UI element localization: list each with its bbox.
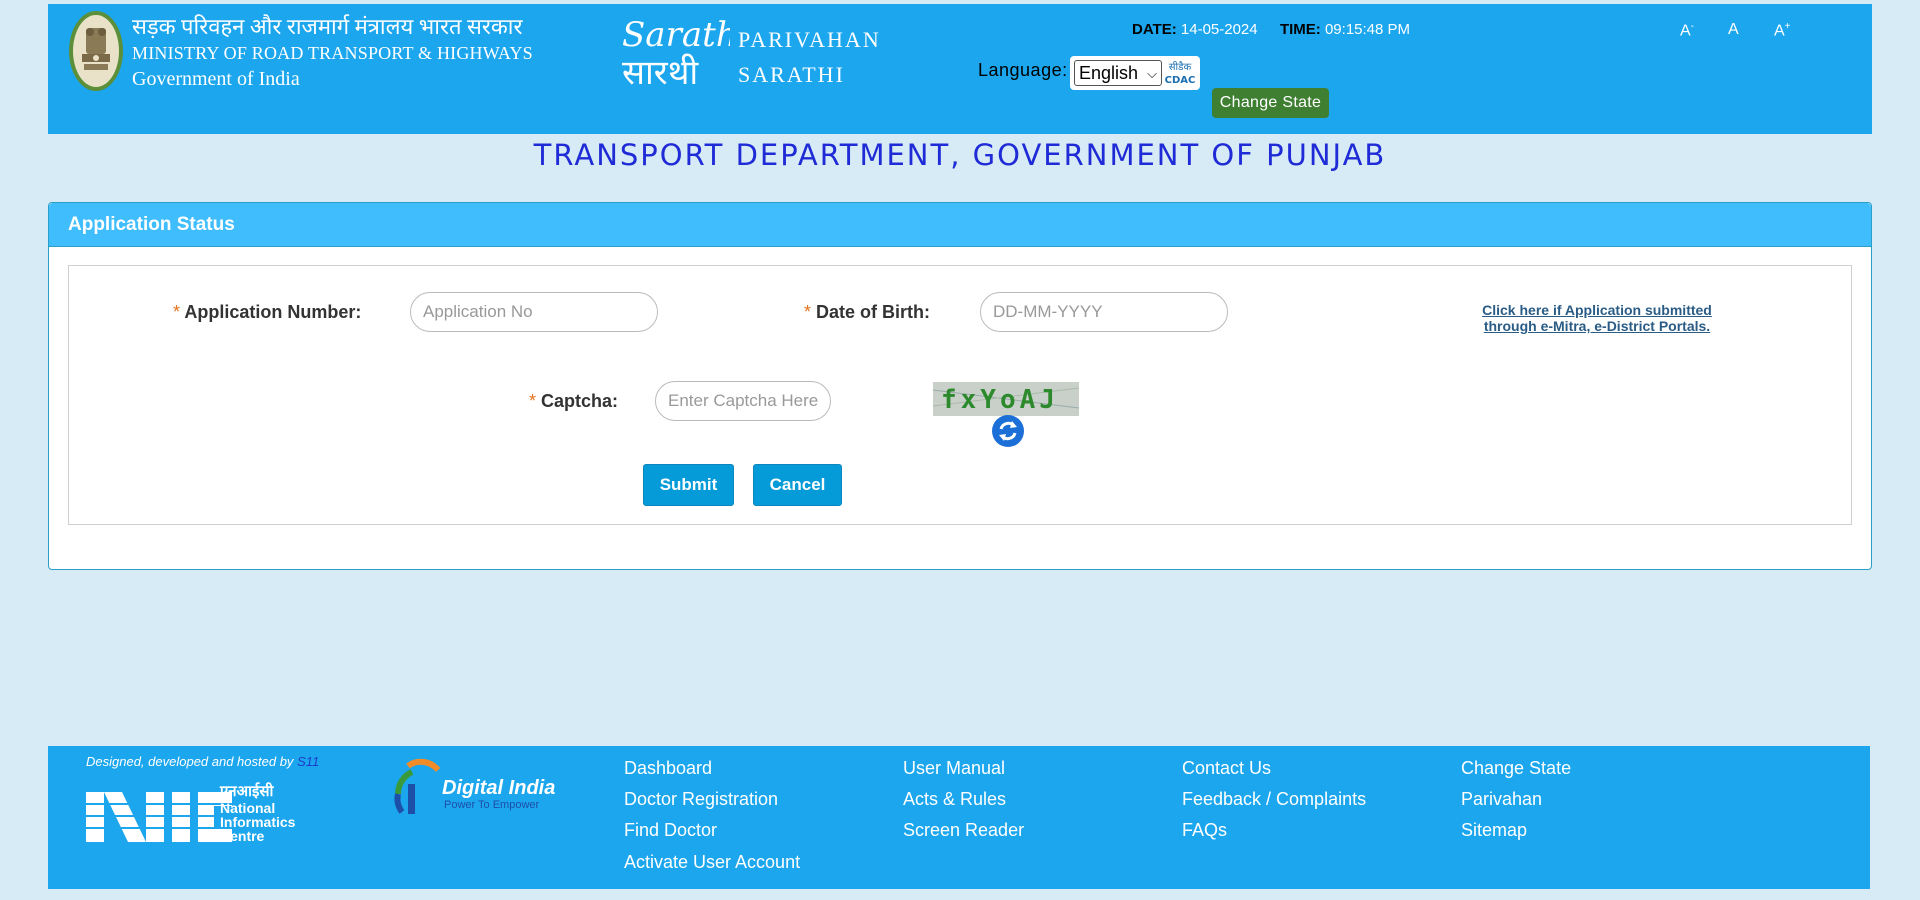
department-title: TRANSPORT DEPARTMENT, GOVERNMENT OF PUNJ… xyxy=(533,138,1387,172)
font-decrease-button[interactable]: A- xyxy=(1680,21,1694,40)
national-emblem-icon xyxy=(69,11,123,91)
application-form: * Application Number: Application No * D… xyxy=(68,265,1852,525)
footer-link-change-state[interactable]: Change State xyxy=(1461,758,1571,779)
required-mark: * xyxy=(804,302,812,322)
date-of-birth-label-text: Date of Birth: xyxy=(816,302,931,322)
designed-by-org: S11 xyxy=(297,754,320,769)
date-value: 14-05-2024 xyxy=(1180,21,1258,38)
cancel-button[interactable]: Cancel xyxy=(753,464,842,506)
captcha-image: fxYoAJ xyxy=(933,382,1079,416)
footer-link-screen-reader[interactable]: Screen Reader xyxy=(903,820,1024,841)
nic-hindi-text: एनआईसी xyxy=(219,782,274,800)
language-selected: English xyxy=(1079,63,1139,83)
digital-india-tagline: Power To Empower xyxy=(444,799,540,811)
footer-link-user-manual[interactable]: User Manual xyxy=(903,758,1005,779)
ministry-english: MINISTRY OF ROAD TRANSPORT & HIGHWAYS xyxy=(132,43,533,63)
chevron-down-icon: ⌵ xyxy=(1147,66,1157,81)
government-of-india: Government of India xyxy=(132,68,300,90)
footer-link-faqs[interactable]: FAQs xyxy=(1182,820,1227,841)
footer-link-parivahan[interactable]: Parivahan xyxy=(1461,789,1542,810)
sarathi-logo-text: Sarathi xyxy=(622,15,730,55)
footer-link-activate-user-account[interactable]: Activate User Account xyxy=(624,852,800,873)
footer-link-doctor-registration[interactable]: Doctor Registration xyxy=(624,789,778,810)
site-header: सड़क परिवहन और राजमार्ग मंत्रालय भारत सर… xyxy=(48,4,1872,134)
footer-link-feedback[interactable]: Feedback / Complaints xyxy=(1182,789,1366,810)
submit-button[interactable]: Submit xyxy=(643,464,734,506)
footer-link-acts-rules[interactable]: Acts & Rules xyxy=(903,789,1006,810)
footer-link-find-doctor[interactable]: Find Doctor xyxy=(624,820,717,841)
sarathi-logo-hindi: सारथी xyxy=(622,53,699,90)
sarathi-label: SARATHI xyxy=(738,62,845,87)
font-normal-button[interactable]: A xyxy=(1728,21,1739,39)
emitra-link-line2: through e-Mitra, e-District Portals. xyxy=(1483,318,1711,334)
captcha-input[interactable]: Enter Captcha Here xyxy=(655,381,831,421)
footer-link-sitemap[interactable]: Sitemap xyxy=(1461,820,1527,841)
footer-link-contact-us[interactable]: Contact Us xyxy=(1182,758,1271,779)
parivahan-label: PARIVAHAN xyxy=(738,27,881,52)
cdac-logo-icon: सीडैक CDAC xyxy=(1165,61,1196,86)
refresh-captcha-icon[interactable] xyxy=(991,414,1025,448)
parivahan-sarathi-text: PARIVAHAN SARATHI xyxy=(738,22,881,92)
date-time: DATE: 14-05-2024 TIME: 09:15:48 PM xyxy=(1132,21,1410,38)
digital-india-text: Digital India xyxy=(442,777,555,799)
language-label: Language: xyxy=(978,60,1068,80)
date-of-birth-label: * Date of Birth: xyxy=(804,302,930,323)
date-of-birth-input[interactable]: DD-MM-YYYY xyxy=(980,292,1228,332)
designed-by-text: Designed, developed and hosted by S11 xyxy=(86,754,319,769)
language-box: English ⌵ सीडैक CDAC xyxy=(1070,56,1200,90)
site-footer: Designed, developed and hosted by S11 एन… xyxy=(48,746,1870,889)
footer-link-dashboard[interactable]: Dashboard xyxy=(624,758,712,779)
required-mark: * xyxy=(529,391,537,411)
ministry-name: सड़क परिवहन और राजमार्ग मंत्रालय भारत सर… xyxy=(132,14,533,92)
font-increase-label: A xyxy=(1774,22,1785,40)
digital-india-logo: Digital India Power To Empower xyxy=(394,758,555,814)
font-increase-button[interactable]: A+ xyxy=(1774,21,1791,40)
ministry-hindi: सड़क परिवहन और राजमार्ग मंत्रालय भारत सर… xyxy=(132,14,523,39)
application-number-input[interactable]: Application No xyxy=(410,292,658,332)
designed-by-label: Designed, developed and hosted by xyxy=(86,754,294,769)
nic-line3: Centre xyxy=(220,828,265,844)
font-decrease-label: A xyxy=(1680,22,1691,40)
cdac-hindi-text: सीडैक xyxy=(1169,61,1192,73)
emitra-link-line1: Click here if Application submitted xyxy=(1482,302,1712,318)
captcha-label-text: Captcha: xyxy=(541,391,619,411)
time-value: 09:15:48 PM xyxy=(1324,21,1411,38)
panel-title: Application Status xyxy=(68,214,235,235)
cdac-text: CDAC xyxy=(1165,75,1196,86)
font-decrease-sup: - xyxy=(1690,21,1695,32)
sarathi-logo: Sarathi सारथी xyxy=(622,15,730,90)
date-label: DATE: xyxy=(1132,21,1177,38)
language-select[interactable]: English ⌵ xyxy=(1074,60,1162,86)
application-status-panel: Application Status * Application Number:… xyxy=(48,202,1872,570)
nic-logo: एनआईसी National Informatics Centre xyxy=(86,782,296,844)
panel-header: Application Status xyxy=(49,203,1871,247)
captcha-label: * Captcha: xyxy=(529,391,618,412)
font-increase-sup: + xyxy=(1784,21,1791,32)
emitra-application-link[interactable]: Click here if Application submitted thro… xyxy=(1437,302,1757,334)
required-mark: * xyxy=(173,302,181,322)
time-label: TIME: xyxy=(1279,21,1321,38)
application-number-label: * Application Number: xyxy=(173,302,361,323)
captcha-text: fxYoAJ xyxy=(941,385,1059,415)
application-number-label-text: Application Number: xyxy=(184,302,362,322)
change-state-button[interactable]: Change State xyxy=(1212,88,1329,118)
